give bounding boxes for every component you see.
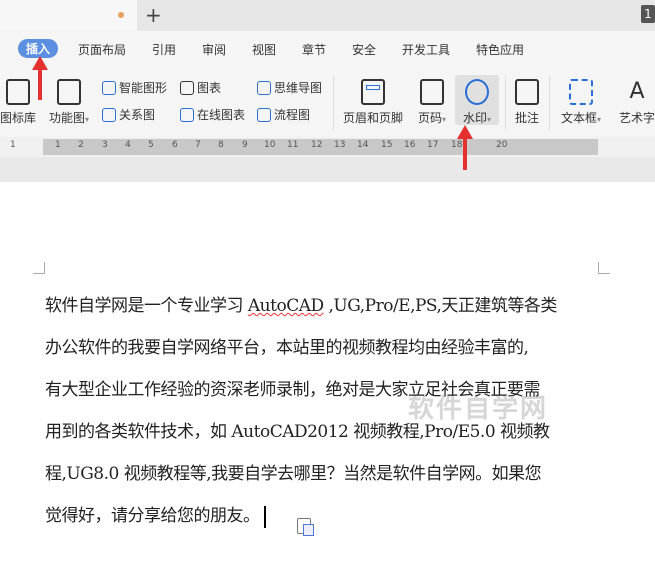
comment-icon — [515, 79, 539, 105]
online-chart-button[interactable]: 在线图表 — [180, 106, 245, 123]
menu-bar: 插入 页面布局 引用 审阅 视图 章节 安全 开发工具 特色应用 — [0, 31, 655, 67]
page-number-button[interactable]: 页码▾ — [412, 79, 452, 126]
red-arrow-annotation — [457, 125, 473, 170]
function-chart-button[interactable]: 功能图▾ — [44, 79, 94, 126]
divider — [505, 75, 506, 130]
flowchart-icon — [257, 107, 271, 122]
margin-corner — [598, 262, 610, 274]
icon-library-button[interactable]: 图标库 — [0, 79, 36, 126]
tab-page-layout[interactable]: 页面布局 — [78, 41, 126, 58]
comment-button[interactable]: 批注 — [511, 79, 543, 126]
text-box-icon — [569, 79, 593, 105]
function-chart-icon — [57, 79, 81, 105]
header-footer-icon — [361, 79, 385, 105]
relation-chart-button[interactable]: 关系图 — [102, 106, 155, 123]
divider — [333, 75, 334, 130]
smart-shape-icon — [102, 80, 116, 95]
document-tab[interactable] — [0, 0, 137, 31]
paragraph-line: 有大型企业工作经验的资深老师录制，绝对是大家立足社会真正要需 — [45, 380, 541, 400]
ribbon-toolbar: 图标库 功能图▾ 智能图形 图表 思维导图 关系图 在线图表 流程图 页眉和页脚… — [0, 67, 655, 137]
paragraph-line: 程,UG8.0 视频教程等,我要自学去哪里？当然是软件自学网。如果您 — [45, 464, 542, 484]
text-box-button[interactable]: 文本框▾ — [556, 79, 606, 126]
flowchart-button[interactable]: 流程图 — [257, 106, 310, 123]
spelling-error: AutoCAD — [247, 296, 324, 316]
paragraph-line: 软件自学网是一个专业学习 AutoCAD ,UG,Pro/E,PS,天正建筑等各… — [45, 296, 557, 316]
tab-security[interactable]: 安全 — [352, 41, 376, 58]
tab-bar: + 1 — [0, 0, 655, 31]
document-body[interactable]: 软件自学网是一个专业学习 AutoCAD ,UG,Pro/E,PS,天正建筑等各… — [45, 285, 600, 537]
chart-button[interactable]: 图表 — [180, 79, 221, 96]
watermark-icon — [465, 79, 489, 105]
paste-options-icon[interactable] — [297, 518, 314, 536]
paragraph-line: 觉得好，请分享给您的朋友。 — [45, 495, 600, 537]
mind-map-button[interactable]: 思维导图 — [257, 79, 322, 96]
tab-chapter[interactable]: 章节 — [302, 41, 326, 58]
new-tab-button[interactable]: + — [145, 3, 162, 27]
online-chart-icon — [180, 107, 194, 122]
tab-review[interactable]: 审阅 — [202, 41, 226, 58]
tab-view[interactable]: 视图 — [252, 41, 276, 58]
header-footer-button[interactable]: 页眉和页脚 — [340, 79, 406, 126]
page-gap — [0, 157, 655, 182]
window-count-badge: 1 — [641, 5, 655, 23]
mind-map-icon — [257, 80, 271, 95]
divider — [549, 75, 550, 130]
tab-references[interactable]: 引用 — [152, 41, 176, 58]
shapes-icon — [6, 79, 30, 105]
bar-chart-icon — [180, 80, 194, 95]
relation-chart-icon — [102, 107, 116, 122]
paragraph-line: 用到的各类软件技术，如 AutoCAD2012 视频教程,Pro/E5.0 视频… — [45, 422, 550, 442]
ruler[interactable]: 1 1 2 3 4 5 6 7 8 9 10 11 12 13 14 15 16… — [0, 137, 655, 157]
tab-developer[interactable]: 开发工具 — [402, 41, 450, 58]
page-number-icon — [420, 79, 444, 105]
art-text-icon: A — [629, 79, 645, 104]
paragraph-line: 办公软件的我要自学网络平台，本站里的视频教程均由经验丰富的, — [45, 338, 529, 358]
tab-special-apps[interactable]: 特色应用 — [476, 41, 524, 58]
art-text-button[interactable]: A 艺术字 — [612, 79, 655, 126]
unsaved-dot-icon — [118, 12, 124, 18]
red-arrow-annotation — [32, 56, 48, 100]
margin-corner — [33, 262, 45, 274]
text-cursor — [263, 505, 266, 528]
watermark-button[interactable]: 水印▾ — [455, 75, 499, 125]
smart-shape-button[interactable]: 智能图形 — [102, 79, 167, 96]
